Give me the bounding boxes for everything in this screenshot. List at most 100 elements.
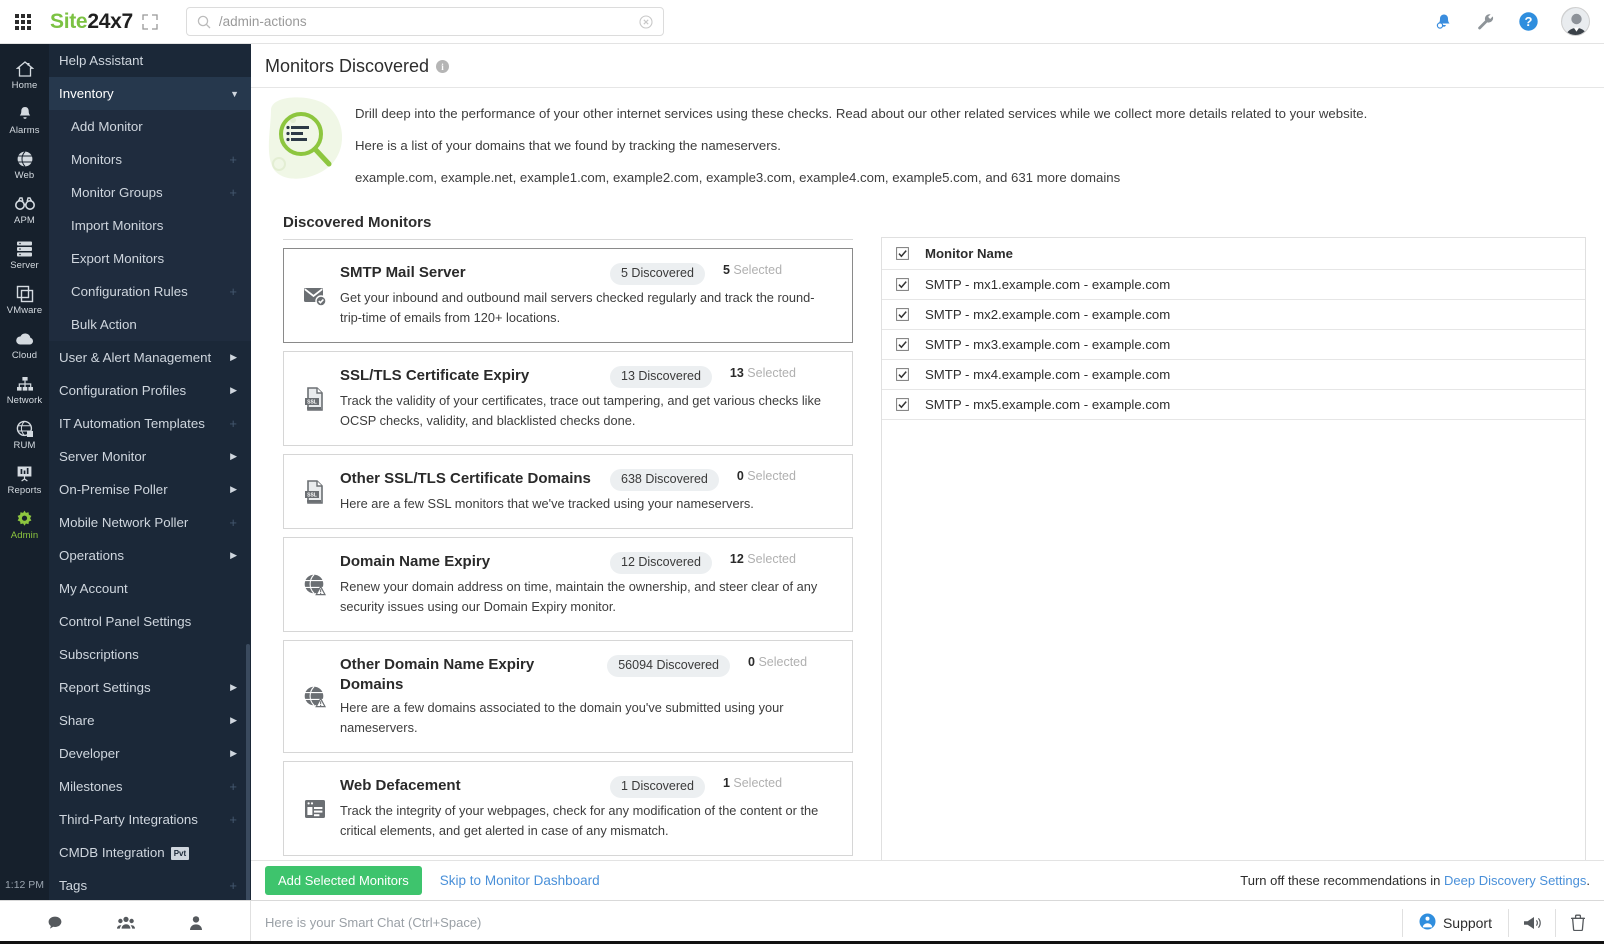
sidebar-item-tags[interactable]: Tags + [49,869,251,900]
app-switcher-button[interactable] [0,14,46,30]
plus-icon[interactable]: + [229,416,237,431]
help-icon[interactable]: ? [1518,11,1539,32]
sidebar-item-operations[interactable]: Operations ▶ [49,539,251,572]
sidebar-item-milestones[interactable]: Milestones + [49,770,251,803]
table-row[interactable]: SMTP - mx3.example.com - example.com [882,330,1585,360]
plus-icon[interactable]: + [229,185,237,200]
monitor-name: SMTP - mx3.example.com - example.com [925,337,1170,352]
rail-item-reports[interactable]: Reports [0,457,49,502]
rail-item-network[interactable]: Network [0,367,49,412]
sidebar-item-help-assistant[interactable]: Help Assistant [49,44,251,77]
sidebar-item-configuration-rules[interactable]: Configuration Rules + [49,275,251,308]
people-icon[interactable] [117,915,135,931]
avatar[interactable] [1561,7,1590,36]
monitor-type-card[interactable]: SSL SSL/TLS Certificate Expiry 13 Discov… [283,351,853,446]
plus-icon[interactable]: + [229,779,237,794]
rail-item-apm[interactable]: APM [0,187,49,232]
deep-discovery-settings-link[interactable]: Deep Discovery Settings [1444,873,1586,888]
search-input[interactable] [219,14,639,29]
rail-item-cloud[interactable]: Cloud [0,322,49,367]
table-row[interactable]: SMTP - mx4.example.com - example.com [882,360,1585,390]
table-row[interactable]: SMTP - mx1.example.com - example.com [882,270,1585,300]
monitor-type-card[interactable]: Other Domain Name Expiry Domains 56094 D… [283,640,853,753]
sidebar-item-monitors[interactable]: Monitors + [49,143,251,176]
plus-icon[interactable]: + [229,812,237,827]
cards-scroll-area[interactable]: SMTP Mail Server 5 Discovered 5 Selected… [281,237,859,885]
support-button[interactable]: Support [1403,913,1508,933]
table-row[interactable]: SMTP - mx5.example.com - example.com [882,390,1585,420]
plus-icon[interactable]: + [229,515,237,530]
chat-bubble-icon[interactable] [47,915,63,931]
sidebar-item-inventory[interactable]: Inventory ▼ [49,77,251,110]
monitor-type-card[interactable]: SMTP Mail Server 5 Discovered 5 Selected… [283,248,853,343]
table-row[interactable]: SMTP - mx2.example.com - example.com [882,300,1585,330]
wrench-icon[interactable] [1476,12,1496,32]
sidebar-item-share[interactable]: Share ▶ [49,704,251,737]
sidebar-item-add-monitor[interactable]: Add Monitor [49,110,251,143]
sidebar-item-user-alert-management[interactable]: User & Alert Management ▶ [49,341,251,374]
svg-text:?: ? [1525,14,1533,29]
trash-icon[interactable] [1556,914,1600,931]
monitor-type-card[interactable]: Domain Name Expiry 12 Discovered 12 Sele… [283,537,853,632]
megaphone-icon[interactable] [1509,915,1555,931]
sidebar-item-on-premise-poller[interactable]: On-Premise Poller ▶ [49,473,251,506]
sidebar-item-label: Server Monitor [59,449,251,464]
rail-item-vmware[interactable]: VMware [0,277,49,322]
chevron-right-icon: ▶ [230,385,237,396]
rail-item-alarms[interactable]: Alarms [0,97,49,142]
sidebar-item-cmdb-integration[interactable]: CMDB IntegrationPvt [49,836,251,869]
row-checkbox[interactable] [896,338,909,351]
sidebar-scrollbar[interactable] [246,644,250,900]
plus-icon[interactable]: + [229,152,237,167]
rail-label: Web [0,170,49,181]
sidebar-item-my-account[interactable]: My Account [49,572,251,605]
plus-icon[interactable]: + [229,284,237,299]
sidebar-item-control-panel-settings[interactable]: Control Panel Settings [49,605,251,638]
sidebar-item-subscriptions[interactable]: Subscriptions [49,638,251,671]
selected-number: 12 [730,552,744,566]
bottom-bar-icons [0,901,251,944]
bell-icon[interactable] [1434,12,1454,32]
rail-label: RUM [0,440,49,451]
sidebar-item-server-monitor[interactable]: Server Monitor ▶ [49,440,251,473]
grid-icon [15,14,31,30]
rail-item-server[interactable]: Server [0,232,49,277]
row-checkbox[interactable] [896,308,909,321]
smart-chat-input[interactable]: Here is your Smart Chat (Ctrl+Space) [251,915,1402,930]
sidebar-item-monitor-groups[interactable]: Monitor Groups + [49,176,251,209]
sidebar-item-import-monitors[interactable]: Import Monitors [49,209,251,242]
info-icon[interactable]: i [436,60,449,73]
globe-warning-icon [292,655,338,738]
rail-item-admin[interactable]: Admin [0,502,49,547]
plus-icon[interactable]: + [229,878,237,893]
card-body: Other Domain Name Expiry Domains 56094 D… [338,655,840,738]
sidebar-item-configuration-profiles[interactable]: Configuration Profiles ▶ [49,374,251,407]
select-all-checkbox[interactable] [896,247,909,260]
global-search[interactable] [186,7,664,36]
monitor-list-empty-area [881,420,1586,890]
sidebar-item-bulk-action[interactable]: Bulk Action [49,308,251,341]
sidebar-item-report-settings[interactable]: Report Settings ▶ [49,671,251,704]
monitor-list-table: Monitor Name SMTP - mx1.example.com - ex… [881,237,1586,420]
row-checkbox[interactable] [896,398,909,411]
sidebar-item-mobile-network-poller[interactable]: Mobile Network Poller + [49,506,251,539]
sidebar-item-developer[interactable]: Developer ▶ [49,737,251,770]
clear-search-icon[interactable] [639,15,653,29]
row-checkbox[interactable] [896,368,909,381]
person-icon[interactable] [189,915,203,931]
rail-item-web[interactable]: Web [0,142,49,187]
monitor-type-card[interactable]: SSL Other SSL/TLS Certificate Domains 63… [283,454,853,529]
sidebar-item-export-monitors[interactable]: Export Monitors [49,242,251,275]
add-selected-monitors-button[interactable]: Add Selected Monitors [265,866,422,895]
chevron-right-icon: ▶ [230,715,237,726]
sidebar-item-it-automation-templates[interactable]: IT Automation Templates + [49,407,251,440]
rail-item-home[interactable]: Home [0,52,49,97]
monitor-type-card[interactable]: Web Defacement 1 Discovered 1 Selected T… [283,761,853,856]
card-header: Other SSL/TLS Certificate Domains 638 Di… [340,469,840,491]
fullscreen-icon[interactable] [142,14,158,30]
sidebar-item-third-party-integrations[interactable]: Third-Party Integrations + [49,803,251,836]
row-checkbox[interactable] [896,278,909,291]
rail-item-rum[interactable]: RUM [0,412,49,457]
brand-logo[interactable]: Site24x7 [50,10,133,34]
skip-to-monitor-dashboard-link[interactable]: Skip to Monitor Dashboard [440,873,600,888]
